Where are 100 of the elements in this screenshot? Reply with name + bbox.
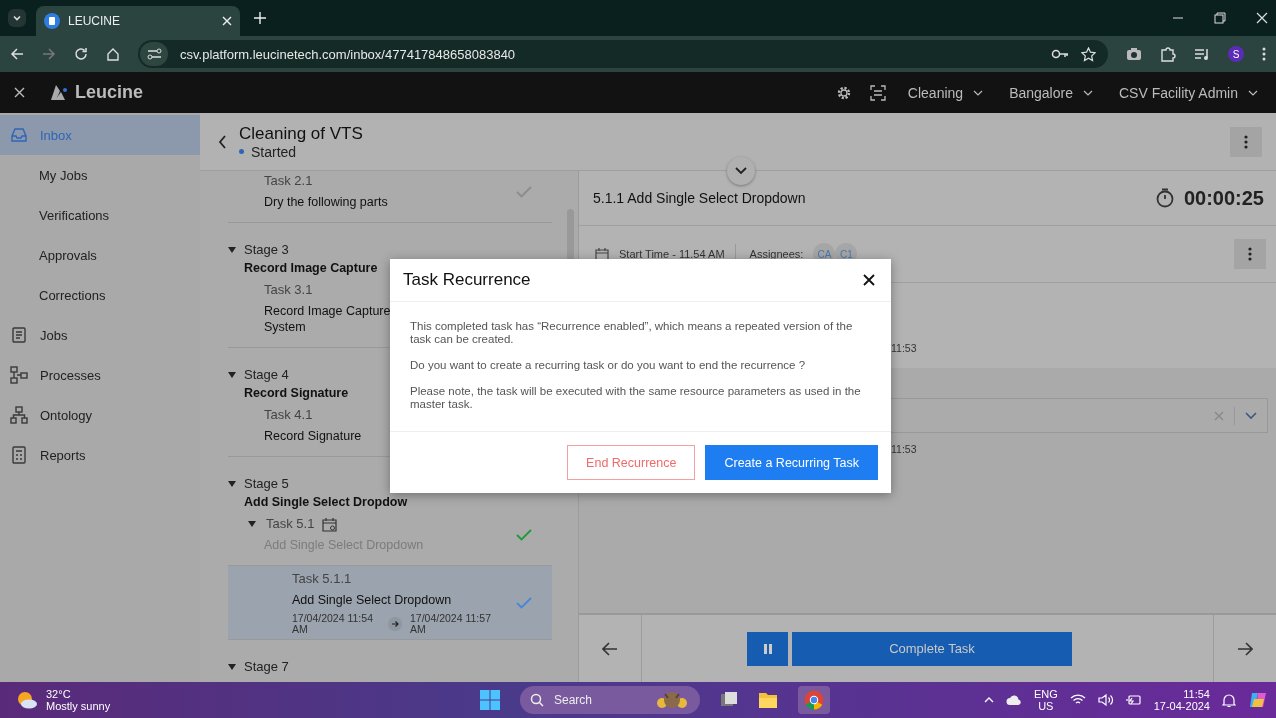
camera-icon[interactable] xyxy=(1126,47,1142,61)
search-icon xyxy=(530,693,544,707)
sidebar-item[interactable]: Jobs xyxy=(0,315,200,355)
stage-name: Record Image Capture xyxy=(244,260,378,276)
home-icon[interactable] xyxy=(106,47,120,61)
task-item[interactable]: Task 5.1.1 Add Single Select Dropdown 17/04/2024 11:54 AM 17/04/2024 11:57 AM xyxy=(228,566,552,640)
expand-caret-icon[interactable] xyxy=(248,521,256,527)
extension-icon[interactable] xyxy=(1160,46,1176,62)
weather-text: Mostly sunny xyxy=(46,700,111,712)
pause-icon xyxy=(763,643,772,654)
wifi-icon[interactable] xyxy=(1069,694,1086,706)
timer: 00:00:25 xyxy=(1183,186,1264,210)
tab-list-button[interactable] xyxy=(8,9,26,27)
chrome-icon[interactable] xyxy=(804,690,824,710)
calculator-icon xyxy=(10,446,28,464)
task-name: Add Single Select Dropdown xyxy=(292,592,453,608)
tab-title: LEUCINE xyxy=(68,14,120,28)
stage-label: Stage 4 xyxy=(244,367,290,383)
start-icon[interactable] xyxy=(480,690,500,710)
reload-icon[interactable] xyxy=(74,47,88,61)
pause-button[interactable] xyxy=(747,631,788,666)
url-text: csv.platform.leucinetech.com/inbox/477417848658083840 xyxy=(180,46,516,62)
settings-icon[interactable] xyxy=(835,84,852,101)
chevron-up-icon[interactable] xyxy=(983,697,994,703)
cloud-icon[interactable] xyxy=(1005,695,1022,705)
stage-label: Stage 3 xyxy=(244,242,290,258)
temperature: 32°C xyxy=(46,688,72,700)
stage-name: Add Single Select Dropdow xyxy=(244,494,408,510)
dialog-text: Do you want to create a recurring task or do you want to end the recurrence ? xyxy=(410,359,807,372)
caret-icon xyxy=(1248,89,1258,96)
more-icon xyxy=(1248,247,1252,261)
address-bar[interactable]: csv.platform.leucinetech.com/inbox/477417848658083840 xyxy=(138,40,1108,68)
create-recurring-task-button[interactable]: Create a Recurring Task xyxy=(705,445,878,480)
browser-tab[interactable]: LEUCINE xyxy=(36,6,240,36)
hierarchy-icon xyxy=(10,406,28,424)
back-icon[interactable] xyxy=(218,134,227,149)
caret-icon xyxy=(12,13,22,23)
stage-label: Stage 5 xyxy=(244,476,290,492)
folder-icon[interactable] xyxy=(758,691,778,709)
task-number: Task 4.1 xyxy=(264,407,313,423)
arrow-right-icon xyxy=(1237,641,1253,656)
expand-caret-icon[interactable] xyxy=(228,481,236,487)
sidebar-item[interactable]: Processes xyxy=(0,355,200,395)
assignees-label: Assignees: xyxy=(749,248,804,260)
sidebar-item[interactable]: Approvals xyxy=(0,235,200,275)
dialog-title: Task Recurrence xyxy=(403,270,531,290)
task-view-icon[interactable] xyxy=(720,691,738,709)
close-icon[interactable] xyxy=(14,87,25,98)
flowchart-icon xyxy=(10,366,28,384)
bell-icon[interactable] xyxy=(1222,692,1236,708)
chevron-down-icon xyxy=(735,167,747,175)
more-icon xyxy=(1244,134,1248,149)
site-settings-icon[interactable] xyxy=(140,42,168,66)
weather-icon xyxy=(16,690,38,710)
sidebar-item[interactable]: Reports xyxy=(0,435,200,475)
sidebar-item[interactable]: Verifications xyxy=(0,195,200,235)
header-dropdown[interactable]: Bangalore xyxy=(1005,84,1097,101)
star-icon[interactable] xyxy=(1081,46,1096,62)
task-name: Record Image Capture System xyxy=(264,303,391,335)
brand-name: Leucine xyxy=(75,82,144,103)
clock-time[interactable]: 11:54 xyxy=(1183,688,1210,700)
taskbar-search[interactable]: Search xyxy=(520,686,700,714)
restore-icon[interactable] xyxy=(1214,12,1226,24)
complete-task-button[interactable]: Complete Task xyxy=(792,631,1072,666)
caret-icon xyxy=(973,89,984,96)
header-dropdown[interactable]: CSV Facility Admin xyxy=(1114,84,1262,101)
sidebar-item[interactable]: Corrections xyxy=(0,275,200,315)
expand-button[interactable] xyxy=(727,157,755,185)
copilot-icon[interactable] xyxy=(1248,690,1268,710)
clock-date[interactable]: 17-04-2024 xyxy=(1153,700,1210,712)
profile-avatar[interactable]: S xyxy=(1228,46,1244,62)
language-text[interactable]: ENG xyxy=(1033,688,1058,700)
sidebar-item[interactable]: My Jobs xyxy=(0,155,200,195)
task-name: Record Signature xyxy=(264,428,362,444)
scan-icon[interactable] xyxy=(869,84,886,101)
document-icon xyxy=(10,326,28,344)
key-icon[interactable] xyxy=(1051,48,1069,60)
expand-caret-icon[interactable] xyxy=(228,247,236,253)
media-icon[interactable] xyxy=(1194,47,1210,61)
critter-icon xyxy=(654,689,690,711)
sidebar-item[interactable]: Ontology xyxy=(0,395,200,435)
caret-icon xyxy=(1082,89,1093,96)
task-name: Dry the following parts xyxy=(264,194,388,210)
volume-icon[interactable] xyxy=(1097,694,1114,706)
dialog-text: This completed task has “Recurrence enabled”, which means a repeated version of the task can be created. xyxy=(410,320,854,346)
activity-time: 11:53 xyxy=(891,342,917,354)
more-icon[interactable] xyxy=(1262,47,1266,61)
job-status: Started xyxy=(239,143,363,160)
start-time: Start Time - 11.54 AM xyxy=(619,248,725,260)
site-icon xyxy=(44,13,60,29)
region-text[interactable]: US xyxy=(1038,700,1054,712)
expand-caret-icon[interactable] xyxy=(228,664,236,670)
task-item[interactable]: Task 2.1 Dry the following parts xyxy=(228,171,552,223)
new-tab-icon[interactable] xyxy=(254,12,266,24)
header-dropdown[interactable]: Cleaning xyxy=(903,84,988,101)
close-icon[interactable] xyxy=(863,274,875,286)
expand-caret-icon[interactable] xyxy=(228,372,236,378)
chevron-down-icon[interactable] xyxy=(1245,411,1257,420)
battery-icon[interactable] xyxy=(1125,694,1142,706)
arrow-left-icon xyxy=(602,641,618,656)
